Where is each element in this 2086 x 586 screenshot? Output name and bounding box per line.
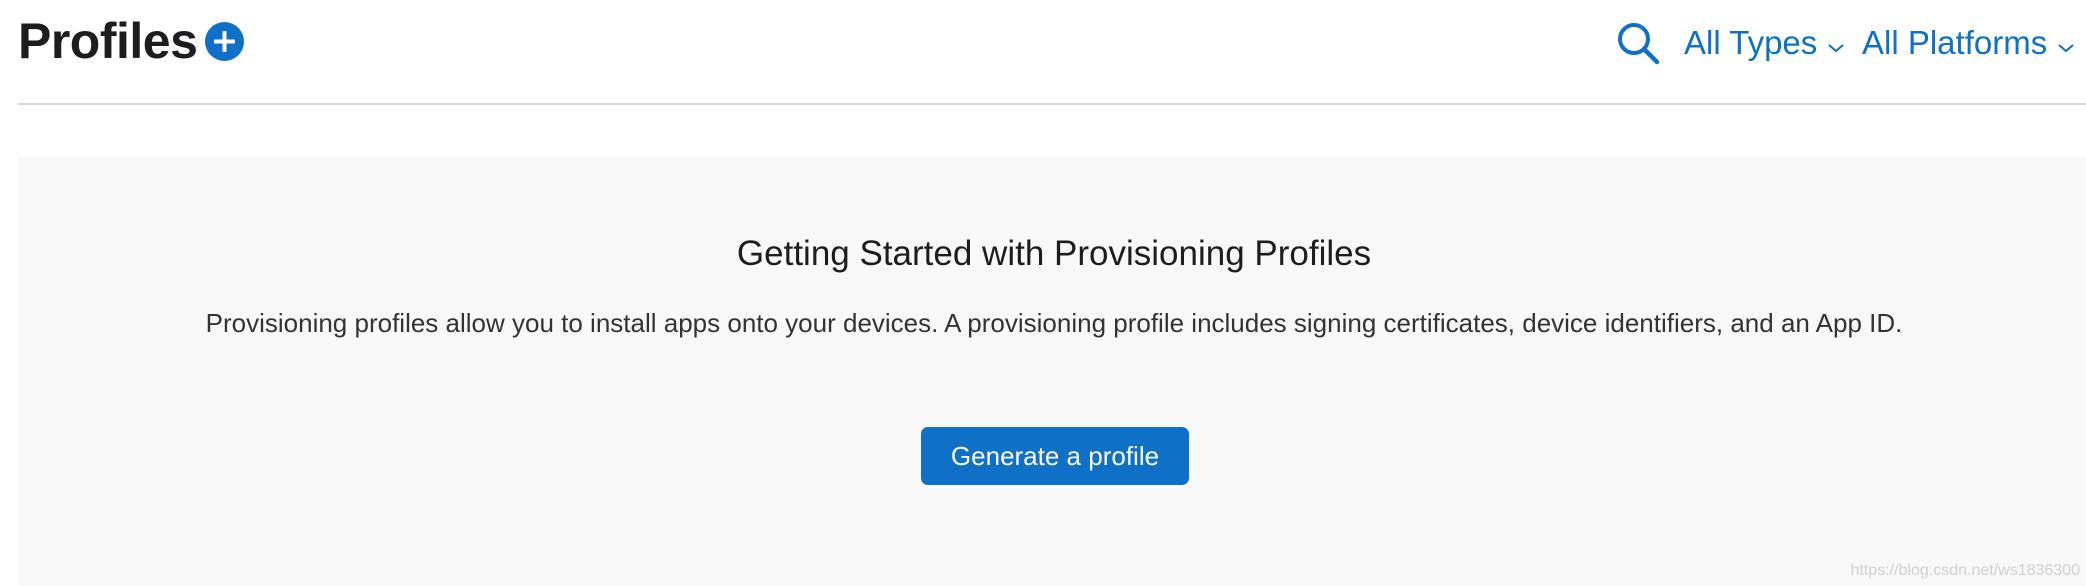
plus-circle-icon	[214, 31, 235, 52]
page-title: Profiles	[18, 13, 198, 69]
page-header: Profiles All Types All Platforms	[18, 0, 2086, 105]
search-button[interactable]	[1615, 20, 1661, 66]
generate-profile-button[interactable]: Generate a profile	[921, 427, 1189, 485]
chevron-down-icon	[1827, 18, 1845, 68]
empty-state-description: Provisioning profiles allow you to insta…	[205, 308, 1903, 338]
empty-state-heading: Getting Started with Provisioning Profil…	[736, 234, 1372, 273]
empty-state-panel: Getting Started with Provisioning Profil…	[18, 157, 2086, 586]
filter-all-types-label: All Types	[1684, 24, 1818, 61]
filter-all-types-dropdown[interactable]: All Types	[1684, 18, 1845, 68]
add-profile-button[interactable]	[205, 22, 244, 61]
filter-all-platforms-dropdown[interactable]: All Platforms	[1862, 18, 2075, 68]
search-icon	[1618, 23, 1660, 65]
profiles-page: Profiles All Types All Platforms Getting…	[0, 0, 2086, 586]
filter-all-platforms-label: All Platforms	[1862, 24, 2048, 61]
watermark: https://blog.csdn.net/ws1836300	[1850, 562, 2081, 579]
chevron-down-icon	[2057, 18, 2075, 68]
